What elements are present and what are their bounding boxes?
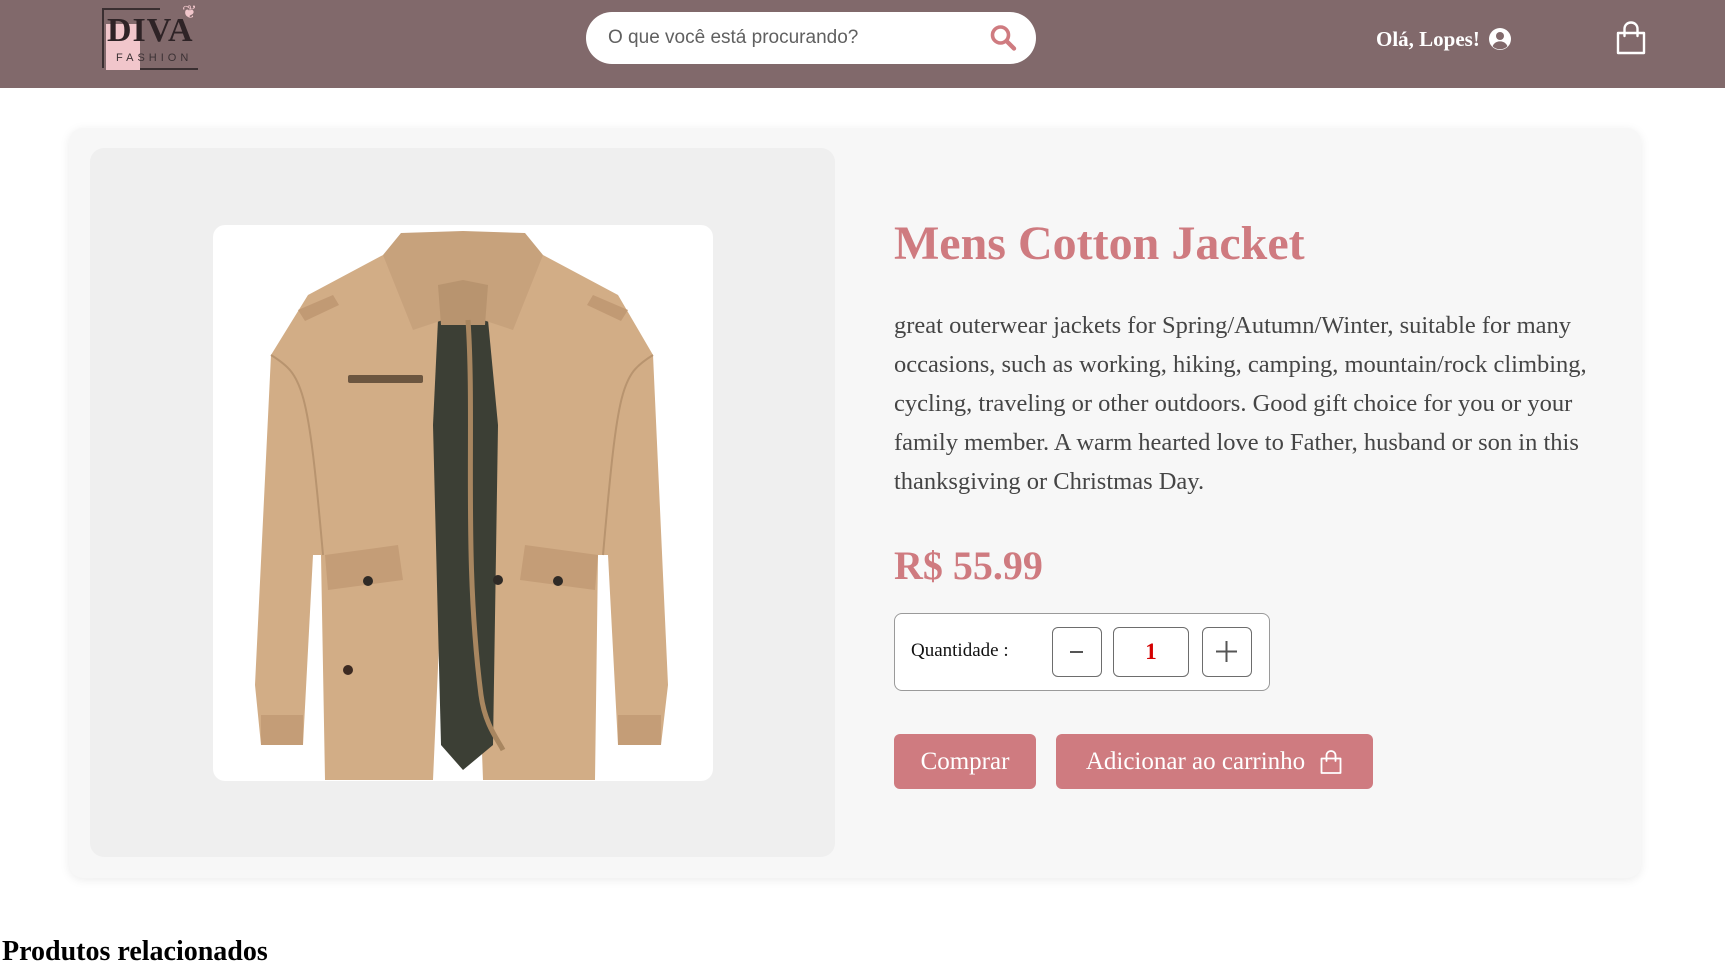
search-input[interactable] — [606, 26, 976, 50]
shopping-bag-icon — [1320, 749, 1342, 774]
plus-icon — [1216, 641, 1237, 662]
shopping-bag-icon[interactable] — [1614, 20, 1648, 56]
product-description: great outerwear jackets for Spring/Autum… — [894, 312, 1587, 495]
add-to-cart-label: Adicionar ao carrinho — [1085, 747, 1306, 775]
greeting-text: Olá, Lopes! — [1376, 26, 1480, 51]
top-header: DIVA FASHION ❦ Olá, Lopes! — [0, 0, 1725, 88]
product-price: R$ 55.99 — [894, 543, 1043, 588]
quantity-value[interactable]: 1 — [1113, 627, 1189, 677]
search-bar — [586, 12, 1036, 64]
logo-underline — [140, 68, 198, 70]
product-title: Mens Cotton Jacket — [894, 217, 1305, 270]
logo-text: DIVA — [107, 12, 194, 49]
logo-subtext: FASHION — [116, 52, 193, 64]
related-products-heading: Produtos relacionados — [2, 936, 268, 967]
jacket-image — [255, 231, 668, 780]
product-card: Mens Cotton Jacket great outerwear jacke… — [69, 128, 1641, 878]
search-icon[interactable] — [988, 23, 1018, 53]
minus-icon — [1070, 651, 1083, 653]
quantity-label: Quantidade : — [911, 640, 1009, 661]
buy-button[interactable]: Comprar — [894, 734, 1036, 789]
product-image-panel — [90, 148, 835, 857]
buy-button-label: Comprar — [920, 747, 1010, 775]
add-to-cart-button[interactable]: Adicionar ao carrinho — [1056, 734, 1373, 789]
user-greeting[interactable]: Olá, Lopes! — [1376, 24, 1512, 54]
quantity-decrease-button[interactable] — [1052, 627, 1102, 677]
product-image — [213, 225, 713, 781]
user-circle-icon — [1488, 28, 1511, 50]
quantity-selector: Quantidade : 1 — [894, 613, 1270, 691]
leaf-icon: ❦ — [182, 2, 198, 22]
quantity-increase-button[interactable] — [1202, 627, 1252, 677]
diva-fashion-logo[interactable]: DIVA FASHION ❦ — [100, 2, 210, 72]
